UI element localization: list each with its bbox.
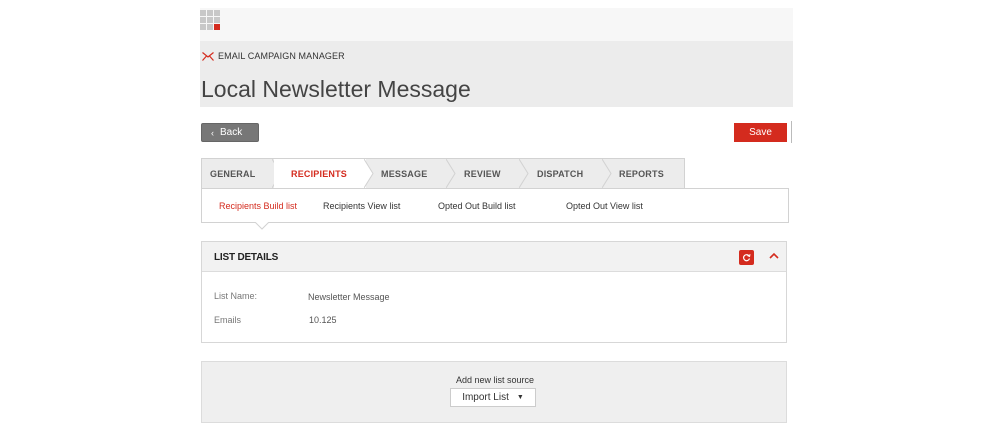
import-list-dropdown[interactable]: Import List ▼ bbox=[450, 388, 536, 407]
wizard-tabs: GENERAL RECIPIENTS MESSAGE REVIEW DISPAT… bbox=[201, 158, 685, 188]
tab-recipients[interactable]: RECIPIENTS bbox=[274, 159, 366, 188]
save-button[interactable]: Save bbox=[734, 123, 787, 142]
refresh-icon[interactable] bbox=[739, 250, 754, 265]
list-name-label: List Name: bbox=[214, 291, 258, 301]
tab-review[interactable]: REVIEW bbox=[464, 159, 501, 188]
list-details-title: LIST DETAILS bbox=[214, 252, 279, 263]
list-source-box: Add new list source Import List ▼ bbox=[201, 361, 787, 423]
tab-reports[interactable]: REPORTS bbox=[619, 159, 664, 188]
import-list-label: Import List bbox=[462, 392, 509, 403]
back-button[interactable]: ‹ Back bbox=[201, 123, 259, 142]
caret-down-icon: ▼ bbox=[516, 394, 524, 401]
app-name-label: EMAIL CAMPAIGN MANAGER bbox=[218, 51, 345, 61]
tab-separator bbox=[519, 159, 529, 188]
tab-separator bbox=[446, 159, 456, 188]
tab-separator bbox=[602, 159, 612, 188]
tab-general[interactable]: GENERAL bbox=[210, 159, 255, 188]
page-title: Local Newsletter Message bbox=[201, 76, 471, 102]
subnav-pointer bbox=[255, 222, 269, 230]
app-logo-icon[interactable] bbox=[200, 10, 220, 30]
top-bar bbox=[200, 8, 793, 41]
chevron-up-icon[interactable] bbox=[768, 250, 780, 262]
tab-separator bbox=[364, 159, 374, 188]
list-name-value: Newsletter Message bbox=[308, 292, 390, 302]
subnav-opted-out-view-list[interactable]: Opted Out View list bbox=[566, 201, 643, 211]
envelope-icon bbox=[202, 51, 214, 61]
emails-label: Emails bbox=[214, 315, 242, 325]
emails-value: 10.125 bbox=[309, 315, 337, 325]
list-details-header: LIST DETAILS bbox=[202, 242, 786, 272]
app-name: EMAIL CAMPAIGN MANAGER bbox=[202, 51, 345, 61]
list-source-label: Add new list source bbox=[455, 375, 535, 385]
list-details-panel: LIST DETAILS List Name: Newsletter Messa… bbox=[201, 241, 787, 343]
chevron-left-icon: ‹ bbox=[211, 127, 214, 138]
subnav-opted-out-build-list[interactable]: Opted Out Build list bbox=[438, 201, 516, 211]
toolbar-divider bbox=[791, 121, 792, 143]
refresh-glyph bbox=[743, 254, 751, 262]
back-button-label: Back bbox=[220, 127, 243, 138]
subnav-recipients-view-list[interactable]: Recipients View list bbox=[323, 201, 400, 211]
tab-dispatch[interactable]: DISPATCH bbox=[537, 159, 583, 188]
tab-message[interactable]: MESSAGE bbox=[381, 159, 427, 188]
sub-navigation: Recipients Build list Recipients View li… bbox=[201, 188, 789, 223]
subnav-recipients-build-list[interactable]: Recipients Build list bbox=[219, 201, 297, 211]
